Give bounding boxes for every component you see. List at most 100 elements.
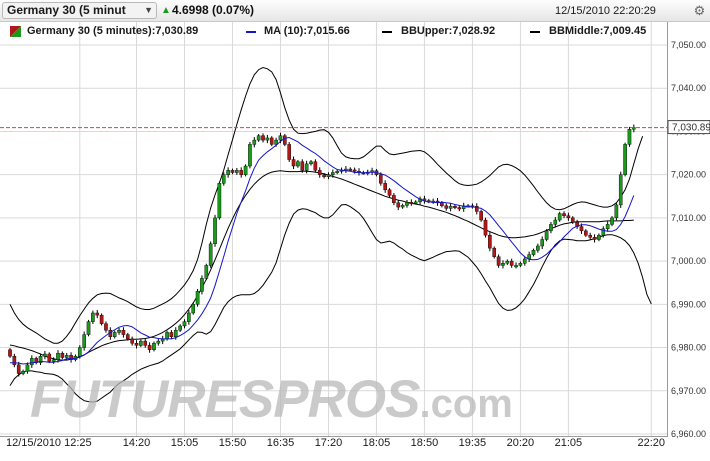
candle-up	[331, 172, 335, 175]
candle-up	[117, 330, 121, 333]
candle-down	[125, 334, 130, 340]
candle-up	[265, 137, 270, 141]
moving-average	[0, 127, 667, 365]
candle-down	[479, 211, 483, 221]
candle-down	[291, 159, 296, 167]
watermark-text: FUTURESPROS	[30, 370, 420, 429]
candle-down	[143, 340, 148, 346]
candle-up	[165, 332, 169, 340]
candle-down	[352, 169, 357, 172]
candle-up	[112, 332, 117, 337]
y-tick-label: 6,960.00	[671, 429, 706, 439]
candle-up	[221, 174, 226, 184]
bbupper-swatch	[382, 31, 392, 33]
series-bbupper	[9, 66, 644, 344]
watermark-logo: FUTURESPROS.com	[30, 372, 513, 432]
candle-up	[77, 347, 82, 357]
candle-up	[173, 330, 178, 337]
candle-up	[43, 353, 47, 357]
candle-up	[178, 325, 182, 331]
candle-down	[488, 234, 492, 249]
candle-down	[95, 312, 100, 316]
candle-up	[25, 364, 30, 372]
x-tick-label: 21:05	[555, 437, 583, 449]
candle-down	[104, 323, 108, 331]
candle-up	[614, 204, 619, 219]
candle-down	[322, 174, 326, 178]
candle-up	[405, 202, 409, 206]
candle-up	[64, 355, 69, 358]
candle-up	[200, 278, 204, 292]
candle-up	[217, 183, 222, 219]
candle-down	[492, 247, 497, 257]
candle-down	[239, 170, 244, 175]
x-tick-label: 12/15/2010 12:25	[6, 437, 92, 449]
candle-down	[409, 202, 414, 205]
candle-up	[235, 170, 239, 173]
legend-main: Germany 30 (5 minutes):7,030.89	[27, 25, 199, 37]
candle-down	[16, 364, 21, 374]
x-tick-label: 17:20	[315, 437, 343, 449]
candle-up	[204, 265, 209, 279]
candle-up	[91, 312, 95, 322]
candle-down	[509, 260, 514, 266]
candle-down	[99, 314, 104, 324]
x-tick-label: 19:35	[459, 437, 487, 449]
candle-down	[261, 135, 265, 141]
candle-up	[30, 358, 34, 366]
candle-up	[505, 260, 510, 264]
candle-down	[379, 174, 383, 184]
candle-down	[12, 356, 17, 366]
candle-up	[195, 291, 200, 305]
candle-down	[396, 202, 401, 208]
candle-down	[313, 161, 318, 171]
y-tick-label: 6,980.00	[671, 343, 706, 353]
y-axis: 6,960.00 6,970.00 6,980.00 6,990.00 7,000.00…	[667, 40, 710, 439]
legend-bbupper: BBUpper:7,028.92	[401, 25, 496, 37]
x-tick-label: 20:20	[507, 437, 535, 449]
candle-down	[130, 338, 134, 344]
candle-up	[605, 224, 610, 229]
candle-down	[457, 207, 462, 210]
candlestick-icon	[10, 26, 21, 37]
candle-up	[413, 201, 418, 204]
last-price-label: 7,030.89	[672, 123, 710, 134]
candle-down	[579, 226, 584, 232]
candle-down	[230, 170, 235, 173]
candle-up	[544, 230, 549, 240]
candle-down	[444, 205, 449, 209]
candle-up	[597, 234, 601, 240]
x-tick-label: 15:50	[219, 437, 247, 449]
x-tick-label: 18:50	[411, 437, 439, 449]
candle-up	[51, 359, 56, 362]
candle-up	[256, 135, 261, 141]
candle-up	[536, 245, 540, 251]
candle-down	[60, 352, 65, 358]
bollinger-bands	[9, 66, 652, 403]
candle-up	[56, 352, 60, 360]
candle-down	[570, 217, 575, 223]
candle-down	[562, 213, 566, 216]
candle-up	[623, 144, 627, 175]
y-tick-label: 6,970.00	[671, 386, 706, 396]
candle-up	[243, 165, 248, 175]
candle-up	[522, 258, 527, 264]
candle-up	[21, 371, 25, 374]
candle-up	[309, 161, 313, 165]
legend-ma: MA (10):7,015.66	[264, 25, 350, 37]
chart-legend: Germany 30 (5 minutes):7,030.89 MA (10):…	[0, 22, 668, 40]
candle-up	[304, 163, 309, 171]
candle-down	[566, 215, 571, 219]
y-tick-label: 7,010.00	[671, 213, 706, 223]
y-tick-label: 7,000.00	[671, 256, 706, 266]
candle-down	[121, 330, 126, 335]
candle-up	[549, 224, 553, 232]
candle-down	[592, 237, 597, 240]
x-tick-label: 14:20	[123, 437, 151, 449]
candle-down	[496, 256, 501, 266]
candle-down	[483, 219, 488, 236]
candle-up	[326, 174, 331, 178]
candle-up	[610, 217, 614, 225]
candle-up	[191, 304, 196, 314]
candle-up	[501, 263, 505, 266]
